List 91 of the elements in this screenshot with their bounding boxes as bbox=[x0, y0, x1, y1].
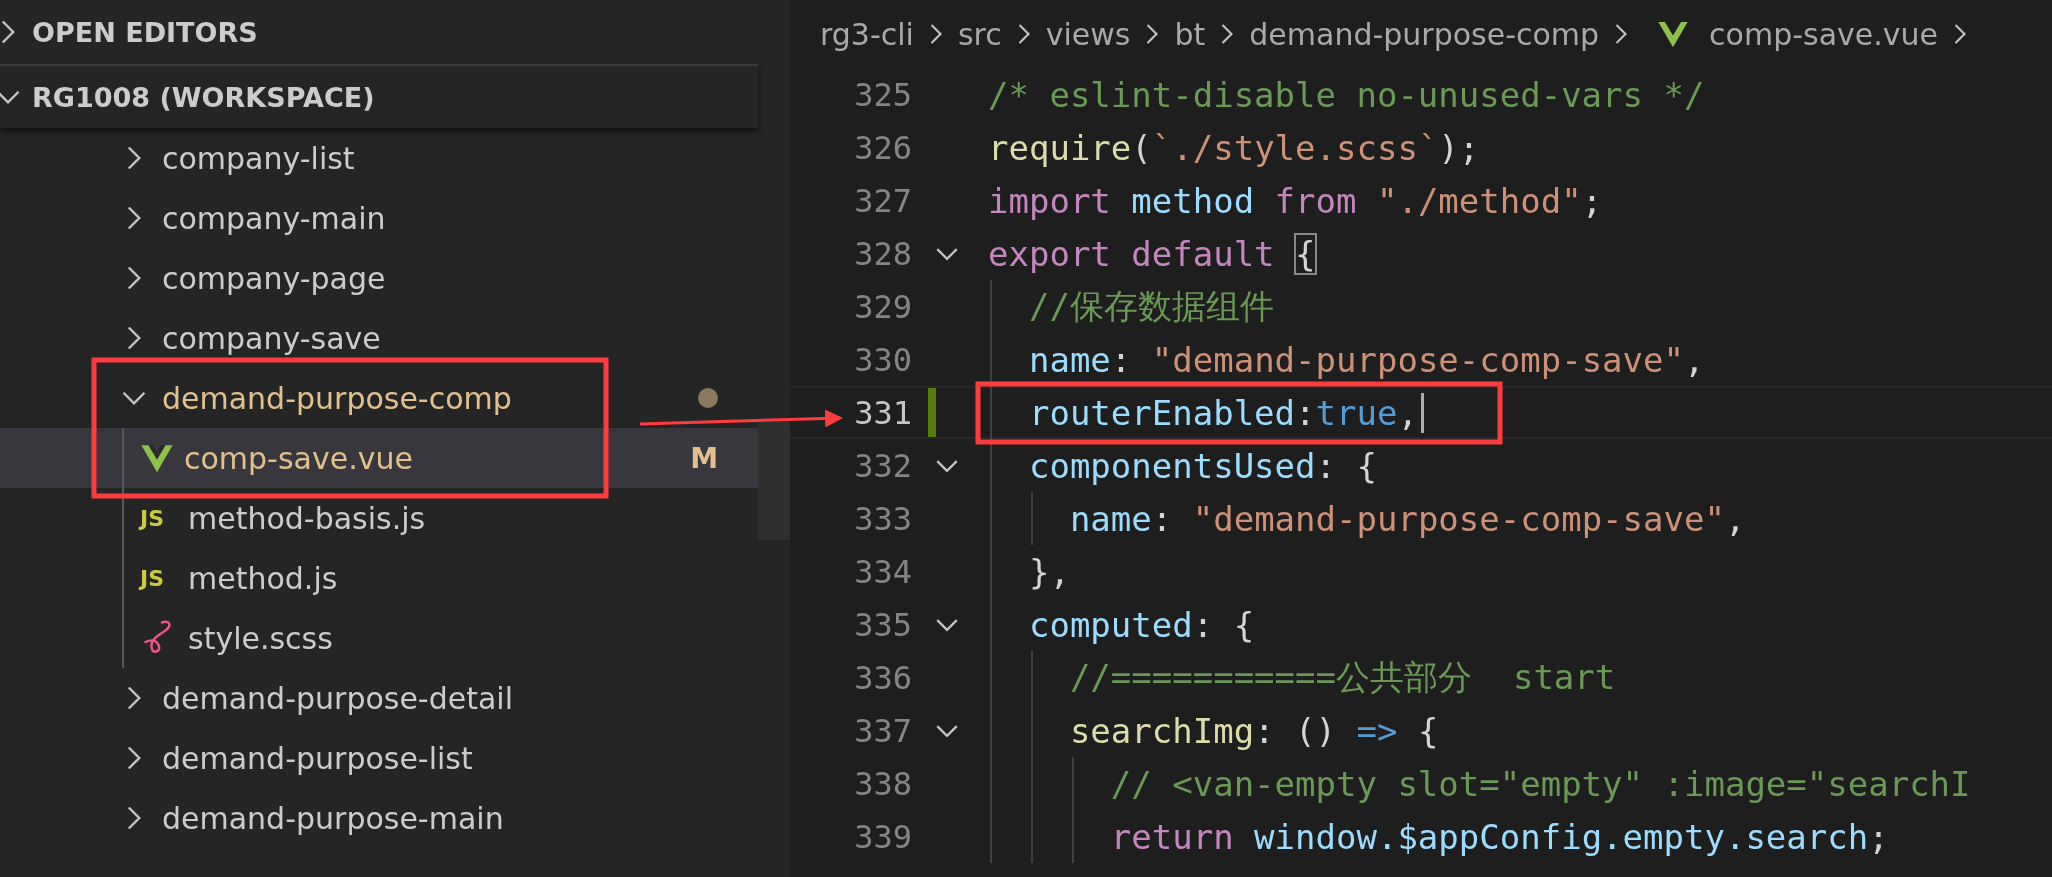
file-name: method-basis.js bbox=[188, 500, 426, 536]
code-token: ( bbox=[1131, 127, 1152, 168]
line-number: 337 bbox=[853, 711, 912, 750]
folder-name: demand-purpose-comp bbox=[162, 380, 512, 416]
folder-name: company-page bbox=[162, 260, 386, 296]
breadcrumb-item[interactable]: comp-save.vue bbox=[1709, 16, 1939, 52]
line-number: 333 bbox=[853, 499, 912, 538]
text-cursor bbox=[1420, 392, 1424, 433]
code-token: searchImg bbox=[1068, 710, 1255, 751]
code-token: ; bbox=[1581, 180, 1603, 221]
file-name: comp-save.vue bbox=[184, 440, 413, 476]
folder-item[interactable]: company-main bbox=[0, 188, 758, 248]
file-name: method.js bbox=[188, 560, 338, 596]
folder-item[interactable]: demand-purpose-comp bbox=[0, 368, 758, 428]
code-token: method bbox=[1131, 180, 1256, 221]
line-number: 339 bbox=[853, 817, 912, 856]
code-token: { bbox=[1295, 233, 1316, 274]
code-token: : bbox=[1110, 339, 1133, 380]
js-file-icon: JS bbox=[140, 565, 180, 591]
line-number: 327 bbox=[853, 181, 912, 220]
folder-name: demand-purpose-main bbox=[162, 800, 504, 836]
line-number: 335 bbox=[853, 605, 912, 644]
code-token: ; bbox=[1868, 816, 1889, 857]
folder-item[interactable]: demand-purpose-detail bbox=[0, 668, 758, 728]
code-token: : bbox=[1295, 392, 1316, 433]
code-token: , bbox=[1397, 392, 1418, 433]
code-token: : () bbox=[1254, 710, 1337, 751]
code-token: require bbox=[988, 127, 1132, 168]
code-token: routerEnabled bbox=[1027, 392, 1296, 433]
line-number: 336 bbox=[853, 658, 912, 697]
folder-item[interactable]: company-page bbox=[0, 248, 758, 308]
scrollbar-thumb[interactable] bbox=[758, 420, 790, 540]
file-item[interactable]: style.scss bbox=[0, 608, 758, 668]
file-item[interactable]: JS method-basis.js bbox=[0, 488, 758, 548]
code-token: computed bbox=[1027, 604, 1193, 645]
file-item[interactable]: JS method.js bbox=[0, 548, 758, 608]
file-name: style.scss bbox=[188, 620, 333, 656]
code-token: name bbox=[1027, 339, 1111, 380]
section-header[interactable]: RG1008 (WORKSPACE) bbox=[0, 64, 758, 128]
code-token: ); bbox=[1438, 127, 1480, 168]
code-token: : { bbox=[1315, 445, 1377, 486]
code-token: "demand-purpose-comp-save" bbox=[1151, 339, 1684, 380]
breadcrumb-item[interactable]: demand-purpose-comp bbox=[1249, 16, 1600, 52]
line-number: 331 bbox=[853, 393, 912, 432]
code-token: name bbox=[1068, 498, 1152, 539]
file-item[interactable]: comp-save.vue M bbox=[0, 428, 758, 488]
code-token: export default bbox=[988, 233, 1276, 274]
folder-item[interactable]: company-list bbox=[0, 128, 758, 188]
breadcrumb-item[interactable]: src bbox=[957, 16, 1002, 52]
code-token: return bbox=[1109, 816, 1235, 857]
folder-item[interactable]: demand-purpose-list bbox=[0, 728, 758, 788]
modified-dot-icon bbox=[698, 388, 718, 408]
code-token: /* eslint-disable no-unused-vars */ bbox=[988, 74, 1705, 115]
code-token: { bbox=[1416, 710, 1439, 751]
code-token: "./method" bbox=[1376, 180, 1582, 221]
folder-item[interactable]: demand-purpose-main bbox=[0, 788, 758, 848]
code-token: window.$appConfig.empty.search bbox=[1254, 816, 1869, 857]
folder-item[interactable]: company-save bbox=[0, 308, 758, 368]
code-token: : bbox=[1151, 498, 1174, 539]
folder-name: demand-purpose-list bbox=[162, 740, 473, 776]
breadcrumb-item[interactable]: views bbox=[1045, 16, 1131, 52]
code-token: : { bbox=[1192, 604, 1255, 645]
code-token: true bbox=[1315, 392, 1398, 433]
folder-name: company-save bbox=[162, 320, 381, 356]
code-token: }, bbox=[1027, 551, 1070, 592]
line-number: 332 bbox=[853, 446, 912, 485]
code-token: //===========公共部分 start bbox=[1068, 655, 1616, 699]
code-token: , bbox=[1724, 498, 1746, 539]
breadcrumb-item[interactable]: rg3-cli bbox=[820, 16, 914, 52]
line-number: 338 bbox=[853, 764, 912, 803]
line-number: 325 bbox=[853, 75, 912, 114]
js-file-icon: JS bbox=[140, 505, 180, 531]
code-token: //保存数据组件 bbox=[1027, 284, 1274, 328]
folder-name: demand-purpose-detail bbox=[162, 680, 513, 716]
code-token: `./style.scss` bbox=[1151, 127, 1439, 168]
line-number: 326 bbox=[853, 128, 912, 167]
folder-name: company-list bbox=[162, 140, 355, 176]
code-token: from bbox=[1274, 180, 1358, 221]
breadcrumb-item[interactable]: bt bbox=[1174, 16, 1206, 52]
code-token: // <van-empty slot="empty" :image="searchI bbox=[1109, 763, 1971, 804]
code-token: , bbox=[1684, 339, 1705, 380]
code-token: => bbox=[1356, 710, 1398, 751]
git-status-label: M bbox=[690, 441, 718, 475]
line-number: 334 bbox=[853, 552, 912, 591]
code-token: import bbox=[988, 180, 1112, 221]
line-number: 329 bbox=[853, 287, 912, 326]
line-number: 330 bbox=[853, 340, 912, 379]
code-token: componentsUsed bbox=[1027, 445, 1316, 486]
folder-name: company-main bbox=[162, 200, 386, 236]
line-number: 328 bbox=[853, 234, 912, 273]
code-token: "demand-purpose-comp-save" bbox=[1192, 498, 1725, 539]
